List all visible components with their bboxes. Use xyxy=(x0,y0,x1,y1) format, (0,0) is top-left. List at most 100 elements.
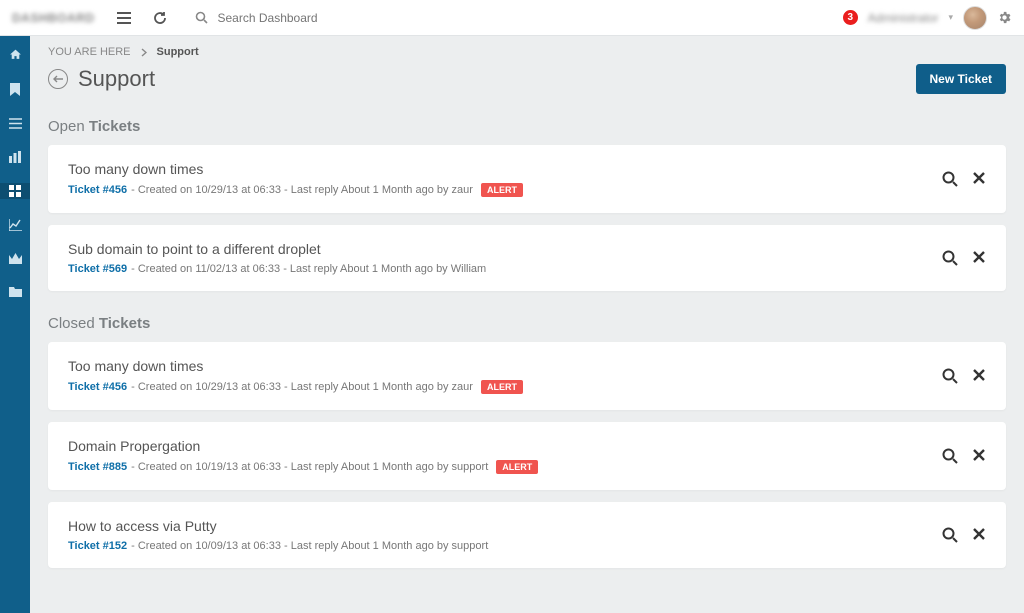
ticket-title: Too many down times xyxy=(68,358,942,374)
folder-icon xyxy=(9,286,22,297)
ticket-main: Sub domain to point to a different dropl… xyxy=(68,241,942,275)
ticket-meta-text: - Created on 10/29/13 at 06:33 - Last re… xyxy=(131,381,473,393)
close-ticket-button[interactable] xyxy=(972,368,986,384)
close-ticket-button[interactable] xyxy=(972,527,986,543)
notification-badge[interactable]: 3 xyxy=(843,10,858,25)
refresh-button[interactable] xyxy=(153,11,167,25)
ticket-title: Sub domain to point to a different dropl… xyxy=(68,241,942,257)
bar-chart-icon xyxy=(9,151,21,163)
back-button[interactable] xyxy=(48,69,68,89)
ticket-title: How to access via Putty xyxy=(68,518,942,534)
ticket-meta: Ticket #456 - Created on 10/29/13 at 06:… xyxy=(68,380,942,394)
refresh-icon xyxy=(153,11,167,25)
ticket-actions xyxy=(942,171,986,187)
sidebar-item-folder[interactable] xyxy=(0,284,30,299)
page-title: Support xyxy=(78,66,155,92)
ticket-card: Domain Propergation Ticket #885 - Created… xyxy=(48,422,1006,490)
settings-button[interactable] xyxy=(997,10,1012,25)
logo: DASHBOARD xyxy=(12,11,95,25)
page-title-row: Support New Ticket xyxy=(48,64,1006,94)
ticket-meta-text: - Created on 10/29/13 at 06:33 - Last re… xyxy=(131,184,473,196)
view-ticket-button[interactable] xyxy=(942,171,958,187)
ticket-actions xyxy=(942,250,986,266)
ticket-card: Too many down times Ticket #456 - Created… xyxy=(48,342,1006,410)
menu-toggle-button[interactable] xyxy=(117,12,131,24)
crown-icon xyxy=(9,253,22,264)
sidebar xyxy=(0,36,30,613)
closed-bold: Tickets xyxy=(99,315,150,332)
alert-badge: ALERT xyxy=(496,460,538,474)
ticket-actions xyxy=(942,448,986,464)
ticket-card: Sub domain to point to a different dropl… xyxy=(48,225,1006,291)
ticket-id[interactable]: Ticket #885 xyxy=(68,461,127,473)
page-content: YOU ARE HERE Support Support New Ticket … xyxy=(0,0,1024,598)
sidebar-item-crown[interactable] xyxy=(0,251,30,266)
ticket-title: Domain Propergation xyxy=(68,438,942,454)
ticket-meta: Ticket #456 - Created on 10/29/13 at 06:… xyxy=(68,183,942,197)
closed-tickets-heading: Closed Tickets xyxy=(48,315,1006,332)
view-ticket-button[interactable] xyxy=(942,527,958,543)
open-tickets-list: Too many down times Ticket #456 - Created… xyxy=(48,145,1006,291)
ticket-id[interactable]: Ticket #456 xyxy=(68,381,127,393)
home-icon xyxy=(9,48,22,61)
hamburger-icon xyxy=(117,12,131,24)
line-chart-icon xyxy=(9,219,22,231)
closed-prefix: Closed xyxy=(48,315,99,332)
ticket-actions xyxy=(942,527,986,543)
sidebar-item-bookmark[interactable] xyxy=(0,81,30,98)
chevron-right-icon xyxy=(141,48,147,57)
ticket-main: Domain Propergation Ticket #885 - Created… xyxy=(68,438,942,474)
search-input[interactable] xyxy=(218,11,398,25)
ticket-meta-text: - Created on 10/09/13 at 06:33 - Last re… xyxy=(131,540,488,552)
open-tickets-heading: Open Tickets xyxy=(48,118,1006,135)
ticket-meta-text: - Created on 11/02/13 at 06:33 - Last re… xyxy=(131,263,486,275)
ticket-id[interactable]: Ticket #569 xyxy=(68,263,127,275)
new-ticket-button[interactable]: New Ticket xyxy=(916,64,1006,94)
close-ticket-button[interactable] xyxy=(972,448,986,464)
close-ticket-button[interactable] xyxy=(972,250,986,266)
ticket-meta: Ticket #569 - Created on 11/02/13 at 06:… xyxy=(68,263,942,275)
user-name[interactable]: Administrator xyxy=(868,11,939,25)
grid-icon xyxy=(9,185,21,197)
breadcrumb-prefix: YOU ARE HERE xyxy=(48,46,131,58)
breadcrumb: YOU ARE HERE Support xyxy=(48,46,1006,58)
ticket-meta: Ticket #152 - Created on 10/09/13 at 06:… xyxy=(68,540,942,552)
sidebar-item-bar-chart[interactable] xyxy=(0,149,30,165)
ticket-meta-text: - Created on 10/19/13 at 06:33 - Last re… xyxy=(131,461,488,473)
alert-badge: ALERT xyxy=(481,380,523,394)
ticket-id[interactable]: Ticket #152 xyxy=(68,540,127,552)
ticket-main: Too many down times Ticket #456 - Created… xyxy=(68,358,942,394)
bookmark-icon xyxy=(10,83,20,96)
ticket-actions xyxy=(942,368,986,384)
avatar[interactable] xyxy=(963,6,987,30)
page-title-wrap: Support xyxy=(48,66,155,92)
view-ticket-button[interactable] xyxy=(942,368,958,384)
ticket-title: Too many down times xyxy=(68,161,942,177)
sidebar-item-grid[interactable] xyxy=(0,183,30,199)
ticket-main: Too many down times Ticket #456 - Created… xyxy=(68,161,942,197)
open-bold: Tickets xyxy=(89,118,140,135)
top-bar: DASHBOARD 3 Administrator ▾ xyxy=(0,0,1024,36)
ticket-meta: Ticket #885 - Created on 10/19/13 at 06:… xyxy=(68,460,942,474)
arrow-left-icon xyxy=(53,75,63,83)
gear-icon xyxy=(997,10,1012,25)
view-ticket-button[interactable] xyxy=(942,448,958,464)
alert-badge: ALERT xyxy=(481,183,523,197)
view-ticket-button[interactable] xyxy=(942,250,958,266)
closed-tickets-list: Too many down times Ticket #456 - Created… xyxy=(48,342,1006,568)
list-icon xyxy=(9,118,22,129)
open-prefix: Open xyxy=(48,118,89,135)
chevron-down-icon[interactable]: ▾ xyxy=(948,12,953,23)
sidebar-item-list[interactable] xyxy=(0,116,30,131)
ticket-main: How to access via Putty Ticket #152 - Cre… xyxy=(68,518,942,552)
close-ticket-button[interactable] xyxy=(972,171,986,187)
ticket-card: Too many down times Ticket #456 - Created… xyxy=(48,145,1006,213)
search-icon xyxy=(195,11,208,24)
ticket-id[interactable]: Ticket #456 xyxy=(68,184,127,196)
ticket-card: How to access via Putty Ticket #152 - Cre… xyxy=(48,502,1006,568)
search-wrap xyxy=(195,11,398,25)
sidebar-item-home[interactable] xyxy=(0,46,30,63)
sidebar-item-analytics[interactable] xyxy=(0,217,30,233)
breadcrumb-current: Support xyxy=(157,46,199,58)
topbar-right: 3 Administrator ▾ xyxy=(843,6,1012,30)
